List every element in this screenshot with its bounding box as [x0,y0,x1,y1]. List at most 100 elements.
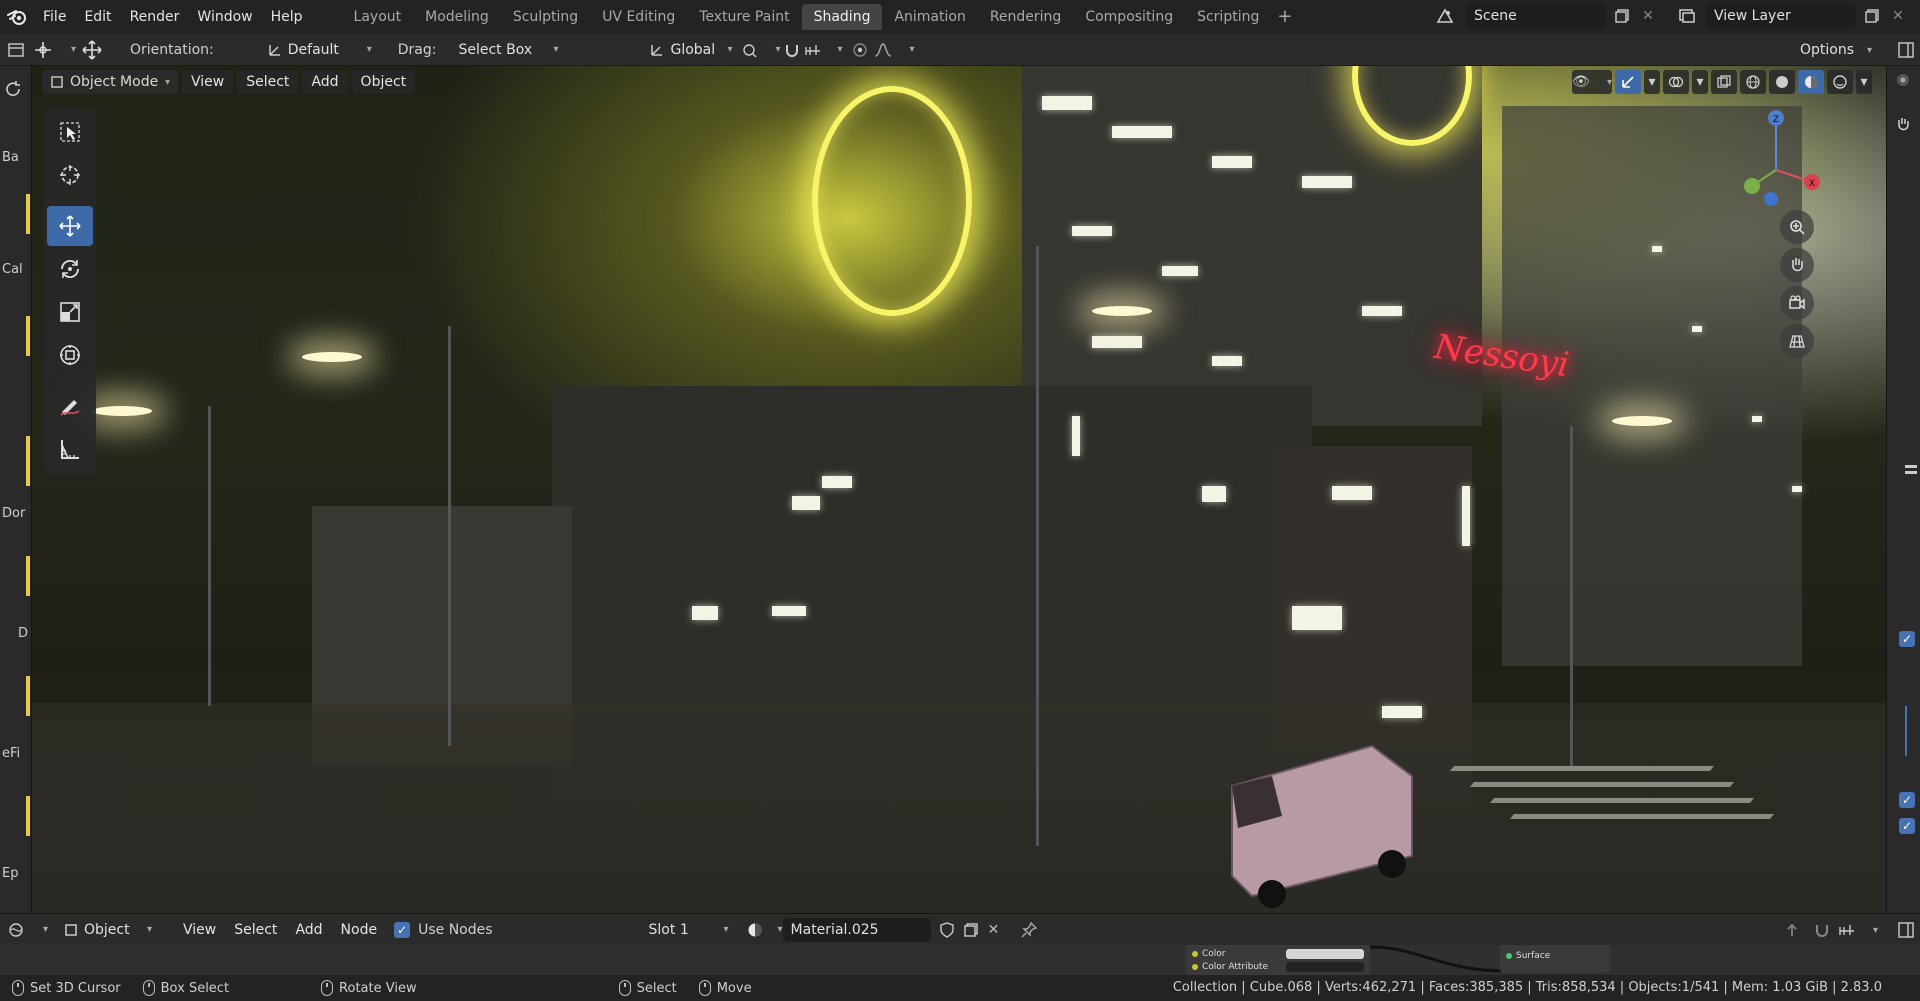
node-menu-select[interactable]: Select [225,918,286,942]
use-nodes-checkbox[interactable]: ✓ [394,921,411,938]
property-checkbox[interactable]: ✓ [1899,631,1915,647]
proportional-editing-icon[interactable] [846,38,874,62]
measure-tool[interactable] [47,429,93,469]
solid-shading-icon[interactable] [1769,70,1795,94]
surface-socket-dot[interactable] [1506,953,1512,959]
cursor-tool[interactable] [47,155,93,195]
rotate-tool[interactable] [47,249,93,289]
pan-view-button[interactable] [1780,248,1814,282]
shading-options-icon[interactable]: ▾ [1856,70,1872,94]
gizmo-options-icon[interactable]: ▾ [1644,70,1660,94]
file-label-fragment[interactable]: Dor [2,506,25,521]
pin-icon[interactable] [1015,918,1043,942]
editor-type-icon[interactable] [0,34,32,66]
outliner-toggle-icon[interactable] [1895,72,1911,88]
color-socket-swatch[interactable] [1286,948,1364,959]
gizmo-neg-z-dot[interactable] [1764,192,1778,206]
transform-orientation-dropdown[interactable]: Global ▾ [642,37,741,62]
tab-layout[interactable]: Layout [342,4,414,30]
menu-edit[interactable]: Edit [75,5,120,29]
tab-sculpting[interactable]: Sculpting [501,4,590,30]
transform-tool[interactable] [47,335,93,375]
wireframe-shading-icon[interactable] [1740,70,1766,94]
material-name-field[interactable]: Material.025 [782,917,931,942]
hand-icon[interactable] [1895,116,1911,132]
pivot-point-icon[interactable]: ▾ [742,38,780,62]
node-editor-canvas[interactable]: Color Color Attribute Surface [0,945,1920,975]
falloff-icon[interactable]: ▾ [874,38,914,62]
material-output-node[interactable]: Surface [1500,945,1610,973]
tab-scripting[interactable]: Scripting [1185,4,1271,30]
parent-node-tree-icon[interactable] [1780,918,1804,942]
navigation-gizmo[interactable]: Z X [1726,106,1826,206]
viewport-menu-view[interactable]: View [182,70,234,94]
rendered-shading-icon[interactable] [1827,70,1853,94]
file-thumbnail[interactable] [26,316,30,356]
node-snap-icon[interactable] [1810,918,1834,942]
color-attribute-socket-dot[interactable] [1192,963,1198,970]
snap-icon[interactable] [780,38,804,62]
3d-viewport[interactable]: Nessoyi Object Mode ▾ View Select Add Obj… [32,66,1886,913]
gizmo-toggle-icon[interactable] [1615,70,1641,94]
shader-type-dropdown[interactable]: Object ▾ [56,917,160,942]
menu-file[interactable]: File [34,5,75,29]
sidebar-toggle-icon[interactable] [1896,40,1916,60]
scale-tool[interactable] [47,292,93,332]
menu-help[interactable]: Help [262,5,312,29]
camera-view-button[interactable] [1780,286,1814,320]
menu-render[interactable]: Render [121,5,189,29]
tab-modeling[interactable]: Modeling [413,4,501,30]
drag-dropdown[interactable]: Select Box ▾ [450,37,567,62]
scene-icon[interactable] [1428,4,1462,28]
menu-window[interactable]: Window [188,5,261,29]
zoom-view-button[interactable] [1780,210,1814,244]
tab-shading[interactable]: Shading [801,4,883,30]
node-menu-node[interactable]: Node [332,918,387,942]
node-snap-target-icon[interactable]: ▾ [1838,918,1878,942]
file-thumbnail[interactable] [26,556,30,596]
file-label-fragment[interactable]: Ep [2,866,18,881]
file-thumbnail[interactable] [26,436,30,486]
node-menu-view[interactable]: View [174,918,225,942]
file-label-fragment[interactable]: Ba [2,150,19,165]
visibility-eye-icon[interactable]: 👁 ▾ [1572,70,1612,94]
tab-rendering[interactable]: Rendering [978,4,1074,30]
object-mode-dropdown[interactable]: Object Mode ▾ [42,70,178,94]
file-label-fragment[interactable]: eFi [2,746,20,761]
options-dropdown[interactable]: Options ▾ [1792,38,1880,62]
scene-name-field[interactable]: Scene [1466,4,1606,28]
xray-toggle-icon[interactable] [1711,70,1737,94]
tab-texture-paint[interactable]: Texture Paint [687,4,801,30]
new-view-layer-icon[interactable] [1860,4,1884,28]
snap-target-icon[interactable]: ▾ [804,38,842,62]
annotate-tool[interactable] [47,386,93,426]
file-thumbnail[interactable] [26,796,30,836]
view-layer-icon[interactable] [1672,4,1702,28]
new-material-icon[interactable] [959,918,983,942]
perspective-toggle-button[interactable] [1780,324,1814,358]
new-scene-icon[interactable] [1610,4,1634,28]
overlay-options-icon[interactable]: ▾ [1692,70,1708,94]
color-socket-dot[interactable] [1192,950,1198,957]
blender-logo-icon[interactable] [0,0,34,34]
property-checkbox[interactable]: ✓ [1899,792,1915,808]
overlay-toggle-icon[interactable] [1663,70,1689,94]
node-editor-type-icon[interactable]: ▾ [8,916,48,944]
file-label-fragment[interactable]: Cal [2,262,23,277]
orientation-dropdown[interactable]: Default ▾ [259,37,380,62]
delete-scene-icon[interactable]: ✕ [1638,4,1658,28]
view-layer-field[interactable]: View Layer [1706,4,1856,28]
viewport-menu-object[interactable]: Object [351,70,416,94]
transform-tool-icon[interactable]: ▾ [32,36,76,64]
refresh-icon[interactable] [4,80,22,98]
file-thumbnail[interactable] [26,194,30,234]
delete-view-layer-icon[interactable]: ✕ [1888,4,1908,28]
tab-compositing[interactable]: Compositing [1073,4,1185,30]
property-slider[interactable] [1905,706,1907,756]
viewport-menu-add[interactable]: Add [302,70,348,94]
material-slot-dropdown[interactable]: Slot 1 ▾ [640,917,737,942]
node-sidebar-toggle-icon[interactable] [1896,920,1916,940]
attribute-node[interactable]: Color Color Attribute [1186,945,1370,975]
tab-animation[interactable]: Animation [882,4,977,30]
file-thumbnail[interactable] [26,676,30,716]
